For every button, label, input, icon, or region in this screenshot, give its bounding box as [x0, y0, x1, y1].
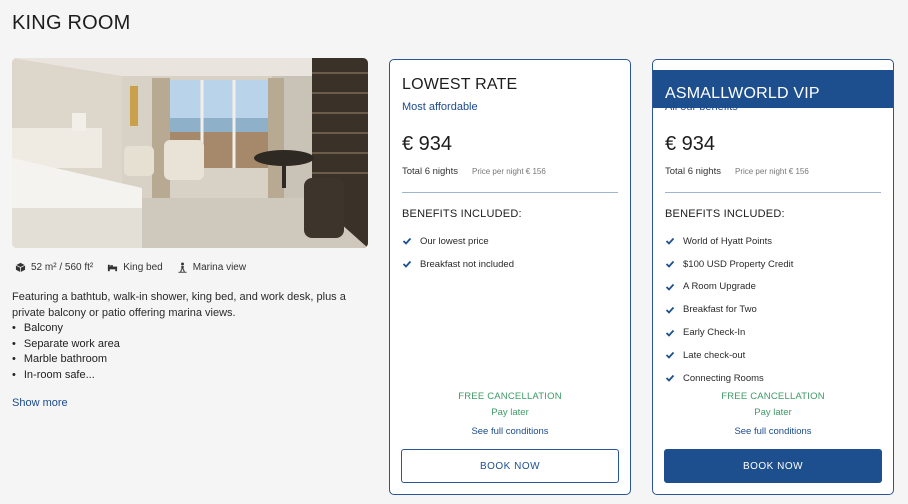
benefits-list: Our lowest price Breakfast not included [402, 230, 514, 276]
benefit-item: World of Hyatt Points [665, 230, 793, 253]
room-description: Featuring a bathtub, walk-in shower, kin… [12, 291, 346, 319]
check-icon [402, 261, 412, 268]
benefit-label: A Room Upgrade [683, 281, 756, 293]
rate-card-header: LOWEST RATE [390, 60, 630, 98]
room-photo-image [12, 58, 368, 248]
divider [402, 192, 618, 193]
benefit-item: $100 USD Property Credit [665, 253, 793, 276]
pay-later-label: Pay later [754, 407, 792, 418]
benefit-label: Early Check-In [683, 327, 746, 339]
check-icon [665, 375, 675, 382]
pay-later-label: Pay later [491, 407, 529, 418]
benefits-heading: BENEFITS INCLUDED: [665, 208, 785, 220]
spec-bed: King bed [107, 262, 163, 273]
check-icon [665, 283, 675, 291]
benefits-heading: BENEFITS INCLUDED: [402, 208, 522, 220]
spec-size-label: 52 m² / 560 ft² [31, 262, 94, 273]
benefit-item: Breakfast not included [402, 253, 514, 276]
rate-card-vip: ASMALLWORLD VIP All our benefits € 934 T… [652, 59, 894, 495]
benefit-item: Our lowest price [402, 230, 514, 253]
feature-item: In-room safe... [12, 368, 120, 384]
spec-bed-label: King bed [123, 262, 163, 273]
divider [665, 192, 881, 193]
rate-card-title: LOWEST RATE [402, 76, 518, 93]
rate-nights: Total 6 nights Price per night € 156 [402, 166, 546, 177]
rate-card-subtitle: Most affordable [402, 101, 478, 113]
benefit-label: World of Hyatt Points [683, 235, 773, 247]
rate-price: € 934 [402, 133, 453, 155]
book-now-button[interactable]: BOOK NOW [664, 449, 882, 483]
benefit-label: Breakfast not included [420, 258, 515, 270]
room-title: KING ROOM [12, 12, 131, 34]
feature-item: Marble bathroom [12, 352, 120, 368]
benefit-item: Late check-out [665, 344, 793, 367]
check-icon [665, 261, 675, 268]
check-icon [402, 238, 412, 246]
rate-per-night: Price per night € 156 [734, 167, 809, 176]
check-icon [665, 238, 675, 246]
benefits-list: World of Hyatt Points $100 USD Property … [665, 230, 793, 390]
cube-icon [15, 262, 26, 273]
see-conditions-link[interactable]: See full conditions [390, 426, 630, 437]
rate-card-lowest: LOWEST RATE Most affordable € 934 Total … [389, 59, 631, 495]
room-specs: 52 m² / 560 ft² King bed Marina view [15, 262, 246, 273]
spec-size: 52 m² / 560 ft² [15, 262, 93, 273]
benefit-label: $100 USD Property Credit [683, 258, 794, 270]
show-more-link[interactable]: Show more [12, 397, 68, 409]
see-conditions-link[interactable]: See full conditions [653, 426, 893, 437]
benefit-item: Breakfast for Two [665, 298, 793, 321]
spec-view-label: Marina view [192, 262, 247, 273]
feature-item: Separate work area [12, 337, 120, 353]
room-photo[interactable] [12, 58, 368, 248]
benefit-label: Breakfast for Two [683, 304, 757, 316]
free-cancellation-label: FREE CANCELLATION [458, 391, 562, 402]
person-view-icon [178, 262, 187, 273]
feature-item: Balcony [12, 321, 120, 337]
check-icon [665, 352, 675, 360]
rate-price: € 934 [665, 133, 716, 155]
bed-icon [108, 264, 118, 272]
rate-card-subtitle: All our benefits [665, 101, 738, 113]
free-cancellation-label: FREE CANCELLATION [721, 391, 825, 402]
benefit-item: Early Check-In [665, 321, 793, 344]
benefit-label: Late check-out [683, 349, 746, 361]
check-icon [665, 306, 675, 314]
rate-per-night: Price per night € 156 [471, 167, 546, 176]
benefit-label: Connecting Rooms [683, 372, 764, 384]
rate-total-label: Total 6 nights [402, 166, 458, 177]
benefit-item: Connecting Rooms [665, 367, 793, 390]
benefit-label: Our lowest price [420, 235, 489, 247]
rate-total-label: Total 6 nights [665, 166, 721, 177]
benefit-item: A Room Upgrade [665, 276, 793, 299]
book-now-button[interactable]: BOOK NOW [401, 449, 619, 483]
spec-view: Marina view [177, 262, 246, 273]
rate-nights: Total 6 nights Price per night € 156 [665, 166, 809, 177]
check-icon [665, 329, 675, 337]
room-feature-list: Balcony Separate work area Marble bathro… [12, 321, 120, 383]
